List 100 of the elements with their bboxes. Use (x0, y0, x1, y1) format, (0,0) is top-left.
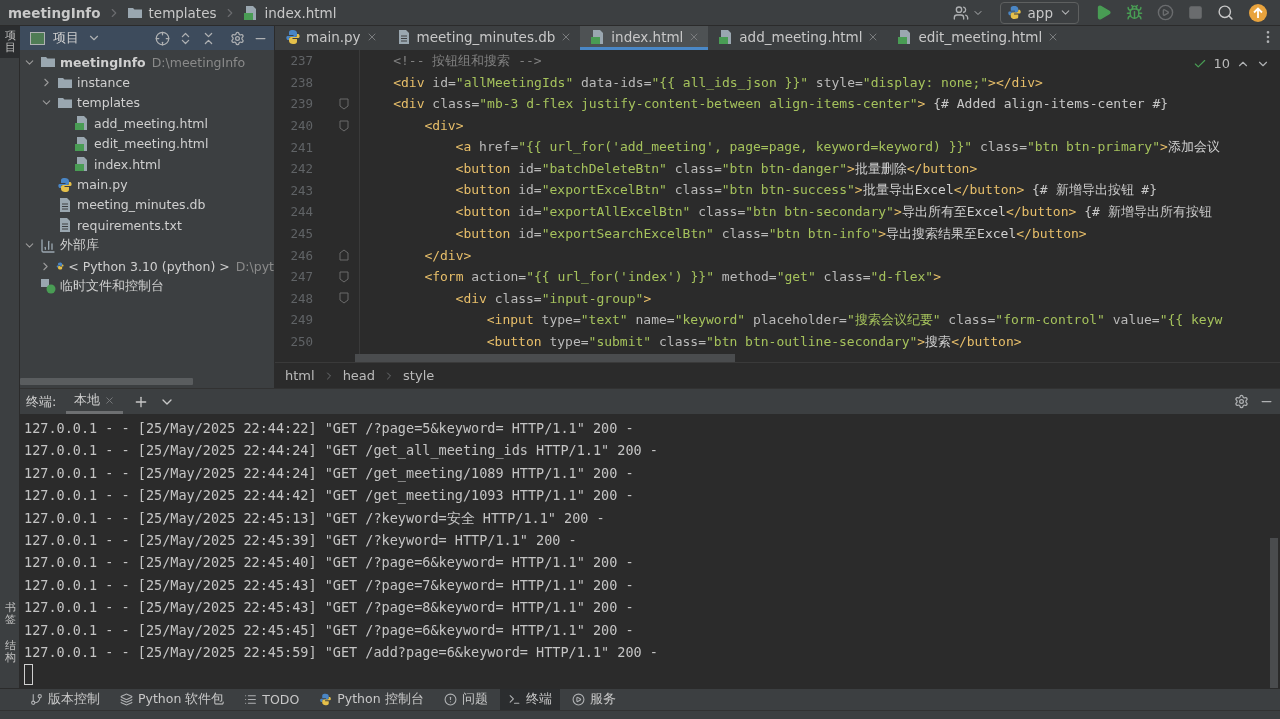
terminal-line: 127.0.0.1 - - [25/May/2025 22:44:24] "GET /get_all_meeting_ids HTTP/1.1" 200 - (24, 441, 659, 461)
tree-item[interactable]: edit_meeting.html (94, 136, 209, 152)
html-file-icon (74, 115, 90, 132)
editor-tab[interactable]: meeting_minutes.db (385, 26, 581, 50)
python-icon (285, 28, 301, 45)
code-line: <!-- 按钮组和搜索 --> (393, 51, 542, 70)
breadcrumb-item[interactable]: html (285, 368, 315, 383)
document-icon (57, 217, 73, 234)
update-icon[interactable] (1248, 2, 1268, 23)
tool-window-button[interactable]: Python 软件包 (112, 688, 233, 711)
python-icon (1006, 5, 1022, 20)
settings-icon[interactable] (1234, 394, 1249, 409)
fold-marker-icon[interactable] (339, 270, 349, 283)
fold-marker-icon[interactable] (339, 98, 349, 110)
terminal-line: 127.0.0.1 - - [25/May/2025 22:45:40] "GET /?page=6&keyword= HTTP/1.1" 200 - (24, 553, 635, 573)
panel-title[interactable]: 项目 (53, 29, 79, 47)
terminal-line: 127.0.0.1 - - [25/May/2025 22:44:24] "GET /get_meeting/1089 HTTP/1.1" 200 - (24, 463, 635, 484)
search-icon[interactable] (1217, 4, 1234, 21)
alert-icon (443, 693, 457, 706)
tool-window-button[interactable]: Python 控制台 (311, 688, 432, 711)
debug-icon[interactable] (1126, 4, 1143, 21)
locate-icon[interactable] (155, 30, 170, 46)
run-config-dropdown[interactable]: app (999, 1, 1079, 24)
tool-window-button[interactable]: 服务 (563, 688, 624, 711)
line-number: 237 (289, 53, 313, 69)
tree-item[interactable]: templates (77, 95, 140, 111)
scrollbar[interactable] (355, 354, 735, 362)
side-tab[interactable]: 项目 (0, 26, 20, 59)
tool-window-button[interactable]: TODO (236, 688, 308, 711)
terminal-line: 127.0.0.1 - - [25/May/2025 22:45:45] "GET /?page=6&keyword= HTTP/1.1" 200 - (24, 620, 635, 640)
tree-item[interactable]: requirements.txt (77, 217, 182, 233)
tree-item[interactable]: meeting_minutes.db (77, 197, 206, 213)
line-number: 243 (289, 182, 313, 198)
line-number: 238 (289, 74, 313, 90)
tool-window-button[interactable]: 版本控制 (22, 688, 108, 711)
tree-item[interactable]: 外部库 (60, 237, 99, 255)
line-number: 241 (289, 139, 313, 155)
fold-marker-icon[interactable] (339, 249, 349, 262)
inspection-count[interactable]: 10 (1213, 56, 1230, 71)
line-number: 246 (289, 247, 313, 263)
path-hint: D:\pyt (235, 258, 274, 274)
editor-tab[interactable]: main.py (275, 26, 386, 50)
python-icon (319, 693, 333, 706)
scratch-icon (40, 278, 56, 295)
close-icon[interactable] (104, 394, 116, 406)
side-tab[interactable]: 书签 (0, 597, 20, 630)
line-number: 245 (289, 226, 313, 242)
code-line: <input type="text" name="keyword" placeholder="搜索会议纪要" class="form-control" value="{{ keyw (486, 310, 1223, 329)
path-hint: D:\meetingInfo (151, 54, 246, 70)
list-icon (244, 693, 258, 706)
line-number: 244 (289, 204, 313, 220)
tree-item[interactable]: add_meeting.html (94, 115, 208, 131)
line-number: 247 (289, 269, 313, 285)
terminal-line: 127.0.0.1 - - [25/May/2025 22:45:43] "GET /?page=7&keyword= HTTP/1.1" 200 - (24, 575, 635, 595)
settings-icon[interactable] (230, 30, 245, 46)
breadcrumb-item[interactable]: head (342, 368, 376, 383)
code-line: <button id="batchDeleteBtn" class="btn btn-danger">批量删除</button> (455, 159, 978, 178)
breadcrumb-item[interactable]: index.html (264, 4, 337, 21)
fold-marker-icon[interactable] (339, 119, 349, 132)
terminal-label: 终端: (26, 392, 57, 411)
users-icon (952, 4, 969, 21)
python-icon (57, 176, 73, 193)
branch-icon (30, 693, 43, 706)
breadcrumb-item[interactable]: style (403, 368, 435, 383)
tool-window-button[interactable]: 终端 (499, 688, 560, 711)
text-cursor (24, 664, 33, 686)
scrollbar[interactable] (20, 377, 193, 385)
code-line: <button id="exportAllExcelBtn" class="btn btn-secondary">导出所有至Excel</button> {# 新增导出所有按钮 (455, 202, 1212, 221)
tree-item[interactable]: index.html (94, 156, 161, 172)
terminal-tab[interactable]: 本地 (66, 389, 124, 414)
line-number: 248 (289, 290, 313, 306)
html-file-icon (74, 135, 90, 152)
side-tab[interactable]: 结构 (0, 635, 20, 668)
tree-item[interactable]: main.py (77, 177, 128, 193)
code-line: <div class="mb-3 d-flex justify-content-between align-items-center"> {# Added align-items-center #} (393, 96, 1169, 112)
code-line: <a href="{{ url_for('add_meeting', page=page, keyword=keyword) }}" class="btn btn-primary">添加会议 (455, 138, 1220, 157)
terminal-line: 127.0.0.1 - - [25/May/2025 22:45:59] "GET /add?page=6&keyword= HTTP/1.1" 200 - (24, 642, 659, 662)
tool-window-button[interactable]: 问题 (435, 688, 496, 711)
html-file-icon (74, 156, 90, 173)
editor-tab[interactable]: index.html (580, 26, 709, 50)
scrollbar[interactable] (1270, 538, 1278, 688)
fold-marker-icon[interactable] (339, 292, 349, 305)
line-number: 249 (289, 312, 313, 328)
run-icon[interactable] (1095, 4, 1112, 21)
breadcrumb-item[interactable]: meetingInfo (8, 4, 101, 21)
code-line: </div> (424, 247, 472, 263)
code-line: <button id="exportSearchExcelBtn" class="btn btn-info">导出搜索结果至Excel</button> (455, 224, 1087, 243)
tree-item[interactable]: < Python 3.10 (python) > (68, 258, 230, 274)
library-icon (40, 237, 56, 254)
panel-icon (30, 31, 45, 45)
terminal-line: 127.0.0.1 - - [25/May/2025 22:45:39] "GET /?keyword= HTTP/1.1" 200 - (24, 530, 578, 550)
tree-item[interactable]: instance (77, 75, 130, 91)
code-line: <div class="input-group"> (455, 290, 652, 306)
terminal-line: 127.0.0.1 - - [25/May/2025 22:45:13] "GET /?keyword=安全 HTTP/1.1" 200 - (24, 508, 606, 528)
terminal-line: 127.0.0.1 - - [25/May/2025 22:45:43] "GET /?page=8&keyword= HTTP/1.1" 200 - (24, 598, 635, 618)
editor-tab[interactable]: edit_meeting.html (887, 26, 1068, 50)
breadcrumb-item[interactable]: templates (148, 4, 217, 21)
tree-item[interactable]: 临时文件和控制台 (60, 278, 164, 295)
tree-item[interactable]: meetingInfo (60, 54, 146, 70)
editor-tab[interactable]: add_meeting.html (708, 26, 888, 50)
